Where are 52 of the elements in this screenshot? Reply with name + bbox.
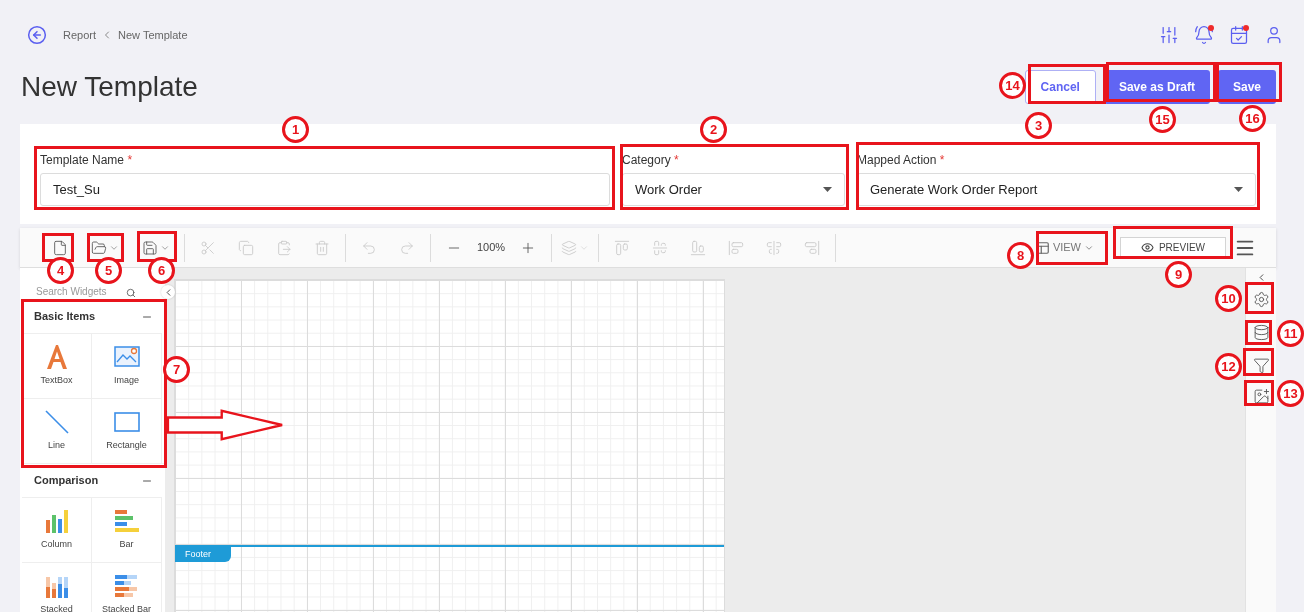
text-field[interactable]: Test_Su — [40, 173, 610, 206]
breadcrumb-current: New Template — [118, 27, 188, 43]
view-menu-button[interactable]: VIEW — [1035, 239, 1094, 256]
highlight-box — [1245, 282, 1274, 314]
rectangle-icon — [113, 409, 140, 435]
dropdown-field[interactable]: Generate Work Order Report — [857, 173, 1256, 206]
collapse-panel-button[interactable] — [161, 285, 175, 299]
highlight-box — [1245, 320, 1272, 345]
filter-icon[interactable] — [1252, 357, 1270, 374]
highlight-box — [1243, 348, 1274, 376]
annotation-number: 11 — [1277, 320, 1304, 347]
widget-tile[interactable]: Line — [22, 398, 92, 463]
dropdown-field[interactable]: Work Order — [622, 173, 845, 206]
widget-group-title: Comparison — [34, 473, 99, 489]
zoom-level: 100% — [476, 240, 507, 256]
folder-icon[interactable] — [91, 238, 119, 257]
highlight-box — [1036, 231, 1108, 265]
eye-icon — [1140, 241, 1154, 254]
search-icon — [126, 288, 136, 298]
field-label: Category * — [622, 152, 680, 169]
sliders-icon[interactable] — [1159, 25, 1179, 45]
widget-tile[interactable]: Image — [92, 333, 162, 398]
bell-icon[interactable] — [1194, 25, 1214, 45]
back-icon[interactable] — [27, 25, 47, 45]
diagonal-line-icon — [43, 409, 70, 435]
widget-search-field[interactable]: Search Widgets — [36, 286, 124, 298]
column-chart-icon — [43, 508, 70, 534]
annotation-number: 13 — [1277, 380, 1304, 407]
dropdown-caret-icon — [1234, 187, 1243, 192]
annotation-number: 14 — [999, 72, 1026, 99]
widget-tile[interactable]: Column — [22, 497, 92, 562]
breadcrumb-link[interactable]: Report — [63, 26, 97, 44]
database-icon[interactable] — [1252, 324, 1270, 341]
field-label: Template Name * — [40, 152, 134, 169]
highlight-box — [1244, 380, 1274, 406]
bar-chart-icon — [113, 508, 140, 534]
image-settings-icon[interactable] — [1252, 388, 1270, 405]
calendar-check-icon[interactable] — [1229, 25, 1249, 45]
widget-tile[interactable]: TextBox — [22, 333, 92, 398]
image-icon — [113, 344, 140, 370]
save-icon[interactable] — [141, 238, 171, 257]
widget-tile[interactable]: Stacked — [22, 562, 92, 612]
preview-button[interactable]: PREVIEW — [1120, 236, 1226, 259]
settings-icon[interactable] — [1252, 291, 1270, 308]
stacked-bar-icon — [113, 573, 140, 599]
page-title: New Template — [21, 70, 198, 104]
dropdown-caret-icon — [823, 187, 832, 192]
widget-tile[interactable]: Bar — [92, 497, 162, 562]
widget-tile[interactable]: Stacked Bar — [92, 562, 162, 612]
widget-group-title: Basic Items — [34, 309, 96, 325]
widget-tile[interactable]: Rectangle — [92, 398, 162, 463]
primary-button[interactable]: Save — [1217, 70, 1276, 104]
